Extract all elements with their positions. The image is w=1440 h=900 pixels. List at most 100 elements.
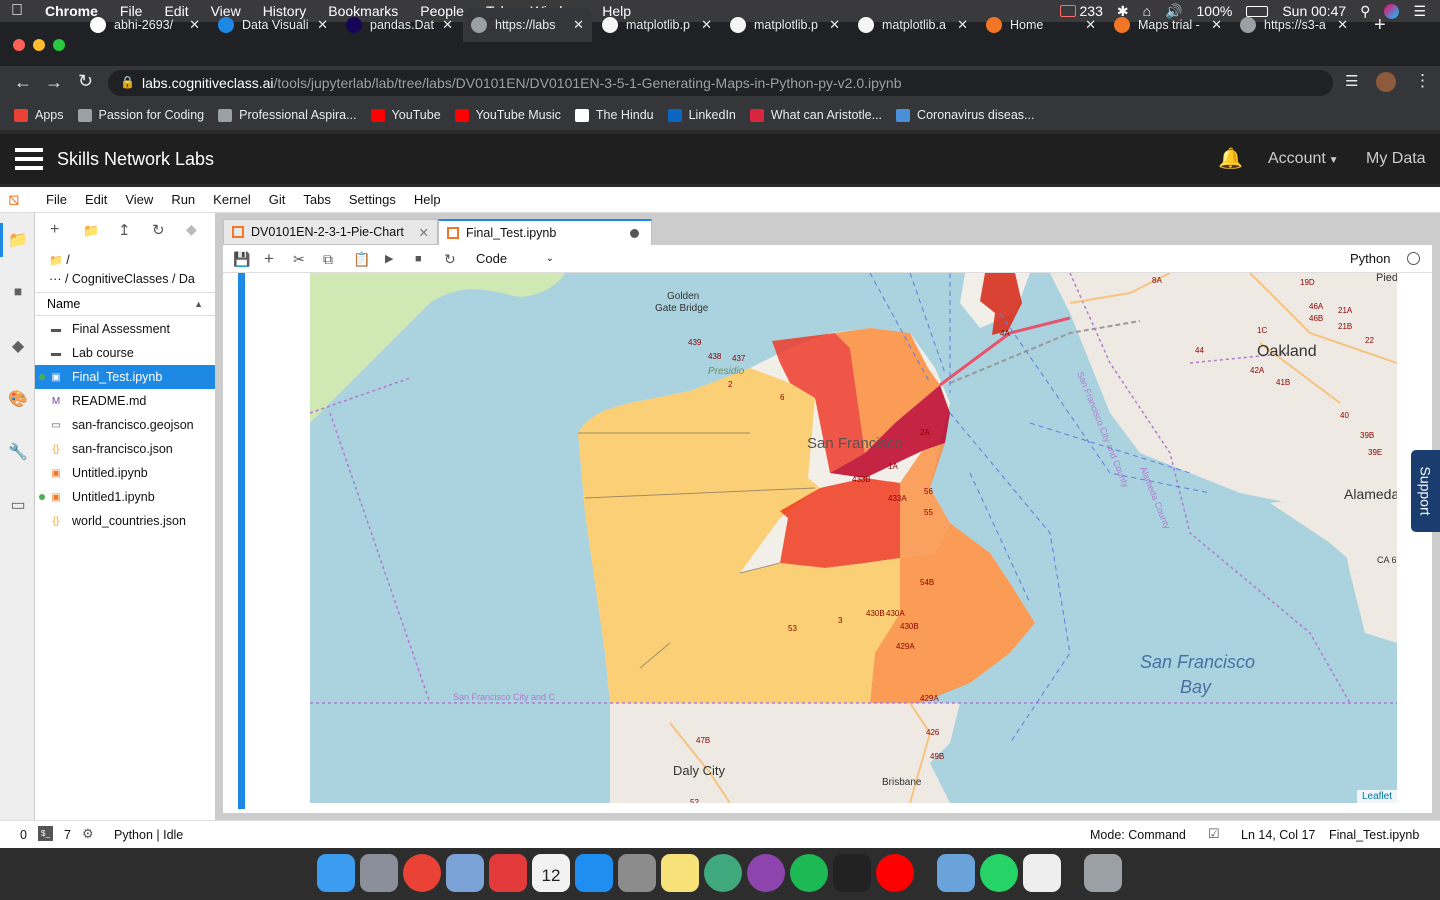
close-tab-icon[interactable]: ✕ bbox=[1337, 17, 1348, 33]
account-menu[interactable]: Account ▼ bbox=[1268, 150, 1339, 168]
browser-tab[interactable]: Home ✕ bbox=[978, 8, 1104, 42]
browser-tab[interactable]: pandas.Dat ✕ bbox=[338, 8, 461, 42]
copy-icon[interactable]: ⧉ bbox=[323, 251, 333, 267]
bookmark-item[interactable]: Professional Aspira... bbox=[218, 108, 357, 122]
notebook-tab-final-test[interactable]: Final_Test.ipynb bbox=[438, 219, 652, 245]
profile-avatar[interactable] bbox=[1376, 72, 1396, 92]
choropleth-map[interactable]: Golden Gate Bridge Presidio San Francisc… bbox=[310, 273, 1397, 803]
github-icon[interactable] bbox=[747, 854, 785, 892]
file-list-header[interactable]: Name ▲ bbox=[35, 292, 215, 316]
terminal-count[interactable]: 7 bbox=[64, 828, 71, 842]
settings-icon[interactable] bbox=[618, 854, 656, 892]
browser-tab[interactable]: Maps trial - ✕ bbox=[1106, 8, 1230, 42]
jmenu-git[interactable]: Git bbox=[260, 192, 295, 207]
file-list-item[interactable]: ▬ Final Assessment bbox=[35, 317, 215, 341]
upload-icon[interactable]: ↥ bbox=[118, 221, 131, 239]
new-tab-icon[interactable]: + bbox=[1366, 8, 1390, 42]
save-icon[interactable]: 💾 bbox=[233, 251, 250, 267]
youtube-icon[interactable] bbox=[876, 854, 914, 892]
bookmark-item[interactable]: Passion for Coding bbox=[77, 108, 204, 122]
file-list-item[interactable]: ▣ Untitled.ipynb bbox=[35, 461, 215, 485]
forward-icon[interactable]: → bbox=[45, 72, 63, 93]
bell-icon[interactable]: 🔔 bbox=[1218, 146, 1243, 171]
wrench-icon[interactable]: 🔧 bbox=[8, 443, 28, 461]
new-launcher-icon[interactable]: + bbox=[50, 221, 59, 239]
bookmark-item[interactable]: YouTube bbox=[370, 108, 441, 122]
trusted-icon[interactable]: ☑ bbox=[1208, 826, 1220, 842]
file-list-item[interactable]: {} san-francisco.json bbox=[35, 437, 215, 461]
browser-tab[interactable]: matplotlib.p ✕ bbox=[722, 8, 848, 42]
chrome-menu-icon[interactable]: ⋮ bbox=[1414, 71, 1431, 91]
file-list-item[interactable]: ▣ Untitled1.ipynb bbox=[35, 485, 215, 509]
spotify-icon[interactable] bbox=[790, 854, 828, 892]
bookmark-item[interactable]: What can Aristotle... bbox=[749, 108, 882, 122]
file-list-item[interactable]: ▣ Final_Test.ipynb bbox=[35, 365, 215, 389]
site-title[interactable]: Skills Network Labs bbox=[57, 149, 214, 170]
close-tab-icon[interactable]: ✕ bbox=[957, 17, 968, 33]
git-icon[interactable]: ◆ bbox=[9, 337, 27, 355]
my-data-link[interactable]: My Data bbox=[1366, 150, 1426, 168]
notification-center-icon[interactable]: ☰ bbox=[1413, 3, 1426, 20]
jmenu-help[interactable]: Help bbox=[405, 192, 450, 207]
cut-icon[interactable]: ✂ bbox=[293, 251, 305, 267]
close-tab-icon[interactable]: ✕ bbox=[189, 17, 200, 33]
browser-tab[interactable]: https://s3-a ✕ bbox=[1232, 8, 1356, 42]
palette-icon[interactable]: 🎨 bbox=[8, 390, 28, 408]
trash-icon[interactable] bbox=[1084, 854, 1122, 892]
leaflet-attribution[interactable]: Leaflet bbox=[1356, 790, 1397, 803]
close-tab-icon[interactable]: ✕ bbox=[829, 17, 840, 33]
finder-icon[interactable] bbox=[317, 854, 355, 892]
jmenu-view[interactable]: View bbox=[116, 192, 162, 207]
file-list-item[interactable]: ▭ san-francisco.geojson bbox=[35, 413, 215, 437]
breadcrumb-root[interactable]: 📁 / bbox=[49, 251, 214, 270]
bookmark-item[interactable]: Apps bbox=[14, 108, 64, 122]
file-list-item[interactable]: ▬ Lab course bbox=[35, 341, 215, 365]
jmenu-settings[interactable]: Settings bbox=[340, 192, 405, 207]
jmenu-run[interactable]: Run bbox=[162, 192, 204, 207]
jmenu-file[interactable]: File bbox=[30, 192, 76, 207]
file-browser-icon[interactable]: 📁 bbox=[8, 231, 28, 249]
restart-icon[interactable]: ↻ bbox=[444, 251, 456, 267]
jmenu-kernel[interactable]: Kernel bbox=[204, 192, 260, 207]
stop-icon[interactable]: ■ bbox=[415, 251, 422, 267]
appstore-icon[interactable] bbox=[575, 854, 613, 892]
cell-collapser[interactable] bbox=[238, 273, 245, 809]
new-folder-icon[interactable]: 📁 bbox=[83, 223, 99, 239]
launchpad-icon[interactable] bbox=[360, 854, 398, 892]
tab-close-icon[interactable]: ✕ bbox=[419, 225, 429, 240]
close-tab-icon[interactable]: ✕ bbox=[1211, 17, 1222, 33]
file-list-item[interactable]: {} world_countries.json bbox=[35, 509, 215, 533]
reload-icon[interactable]: ↻ bbox=[78, 71, 93, 92]
kernel-name[interactable]: Python bbox=[1350, 251, 1390, 267]
window-minimize-button[interactable] bbox=[33, 39, 45, 51]
back-icon[interactable]: ← bbox=[14, 72, 32, 93]
browser-tab[interactable]: Data Visuali ✕ bbox=[210, 8, 336, 42]
window-close-button[interactable] bbox=[13, 39, 25, 51]
browser-tab[interactable]: https://labs ✕ bbox=[463, 8, 592, 42]
cursor-position[interactable]: Ln 14, Col 17 bbox=[1241, 828, 1315, 842]
insert-cell-icon[interactable]: + bbox=[264, 250, 274, 267]
run-icon[interactable]: ▶ bbox=[385, 251, 393, 267]
paste-icon[interactable]: 📋 bbox=[353, 251, 370, 267]
hamburger-icon[interactable] bbox=[15, 148, 43, 170]
kernel-status[interactable]: Python | Idle bbox=[114, 828, 183, 842]
leaflet-link[interactable]: Leaflet bbox=[1362, 791, 1392, 802]
status-left-count[interactable]: 0 bbox=[20, 828, 27, 842]
bookmark-item[interactable]: YouTube Music bbox=[454, 108, 561, 122]
running-sessions-icon[interactable]: ⏹ bbox=[9, 284, 27, 302]
bookmark-item[interactable]: Coronavirus diseas... bbox=[896, 108, 1034, 122]
file-list-item[interactable]: M README.md bbox=[35, 389, 215, 413]
close-tab-icon[interactable]: ✕ bbox=[573, 17, 584, 33]
support-tab[interactable]: Support bbox=[1411, 450, 1440, 532]
preview-icon[interactable] bbox=[446, 854, 484, 892]
calendar-icon[interactable]: 12 bbox=[532, 854, 570, 892]
close-tab-icon[interactable]: ✕ bbox=[317, 17, 328, 33]
photos-icon[interactable] bbox=[937, 854, 975, 892]
apple-icon[interactable]:  bbox=[0, 2, 34, 20]
mail-icon[interactable] bbox=[489, 854, 527, 892]
address-bar[interactable]: 🔒 labs.cognitiveclass.ai/tools/jupyterla… bbox=[108, 70, 1333, 96]
terminal-icon[interactable] bbox=[833, 854, 871, 892]
browser-tab[interactable]: abhi-2693/ ✕ bbox=[82, 8, 208, 42]
jmenu-edit[interactable]: Edit bbox=[76, 192, 116, 207]
breadcrumb-path[interactable]: ··· / CognitiveClasses / Da bbox=[49, 270, 214, 288]
